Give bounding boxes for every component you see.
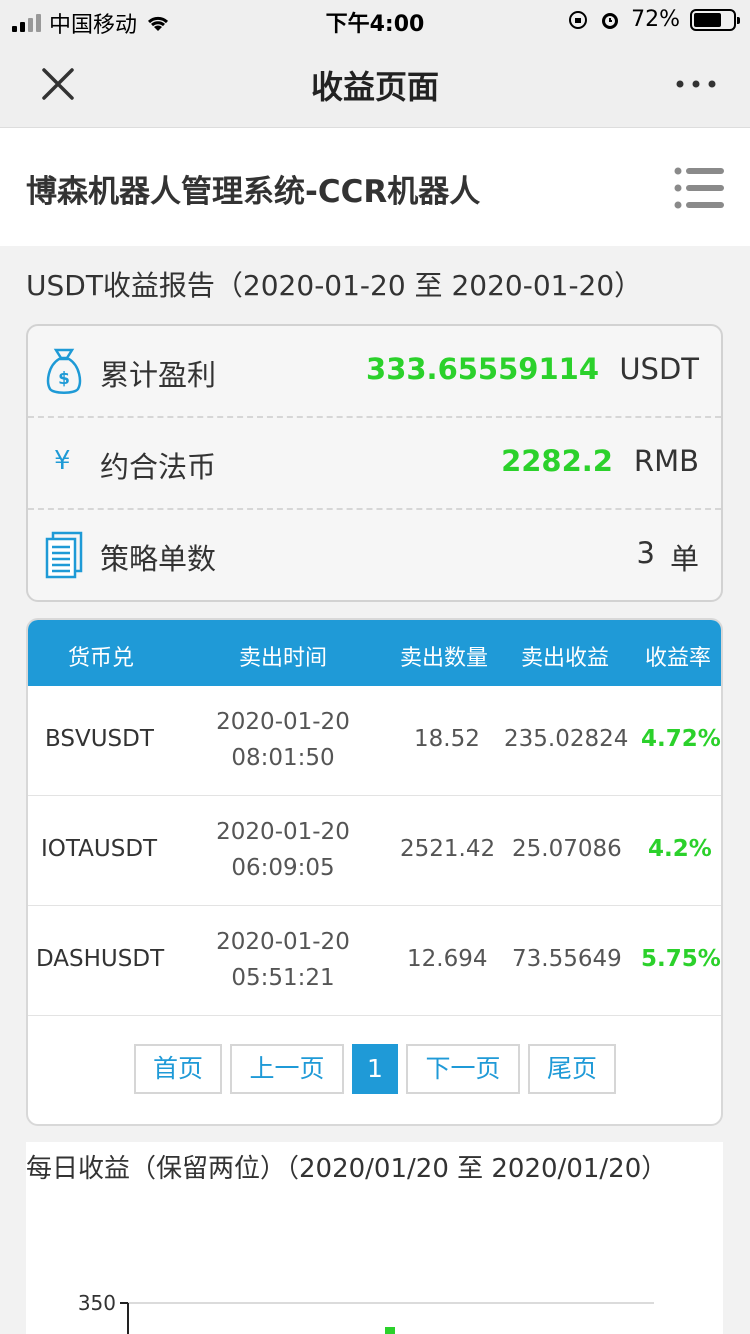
pair-cell: IOTAUSDT: [41, 836, 158, 862]
profit-label: 累计盈利: [100, 358, 217, 392]
sell-time: 08:01:50: [231, 745, 335, 771]
menu-icon[interactable]: [674, 166, 724, 210]
orientation-lock-icon: [569, 10, 588, 29]
fiat-unit: RMB: [633, 444, 699, 478]
app-title: 博森机器人管理系统-CCR机器人: [26, 174, 481, 210]
sell-date: 2020-01-20: [216, 819, 350, 845]
battery-icon: [690, 8, 740, 31]
qty-cell: 18.52: [414, 726, 480, 752]
app-header: 博森机器人管理系统-CCR机器人: [0, 128, 750, 246]
column-header: 卖出收益: [521, 646, 610, 671]
report-title: USDT收益报告（2020-01-20 至 2020-01-20）: [26, 269, 643, 302]
orders-value: 3: [636, 536, 655, 570]
battery-percent: 72%: [631, 7, 680, 32]
time-cell: 2020-01-20 08:01:50: [198, 704, 368, 776]
qty-cell: 12.694: [407, 946, 488, 972]
money-bag-icon: $: [46, 348, 82, 394]
column-header: 卖出时间: [239, 646, 328, 671]
next-page-button[interactable]: 下一页: [406, 1044, 520, 1094]
sell-date: 2020-01-20: [216, 929, 350, 955]
rate-cell: 5.75%: [641, 946, 721, 972]
summary-row-profit: $ 累计盈利 333.65559114 USDT: [28, 326, 721, 418]
profit-cell: 73.55649: [512, 946, 622, 972]
orders-unit: 单: [669, 542, 699, 576]
chart-bar: [385, 1327, 395, 1334]
profit-cell: 235.02824: [504, 726, 629, 752]
profit-unit: USDT: [619, 352, 699, 386]
trades-table: 货币兑 卖出时间 卖出数量 卖出收益 收益率 BSVUSDT 2020-01-2…: [26, 618, 723, 1126]
pair-cell: DASHUSDT: [36, 946, 165, 972]
pagination: 首页 上一页 1 下一页 尾页: [28, 1044, 721, 1094]
pair-cell: BSVUSDT: [45, 726, 154, 752]
column-header: 卖出数量: [400, 646, 489, 671]
table-row[interactable]: BSVUSDT 2020-01-20 08:01:50 18.52 235.028…: [28, 686, 721, 796]
summary-card: $ 累计盈利 333.65559114 USDT ¥ 约合法币 2282.2 R…: [26, 324, 723, 602]
rate-cell: 4.72%: [641, 726, 721, 752]
document-icon: [45, 531, 83, 579]
profit-cell: 25.07086: [512, 836, 622, 862]
more-icon[interactable]: [674, 74, 718, 94]
prev-page-button[interactable]: 上一页: [230, 1044, 344, 1094]
sell-time: 05:51:21: [231, 965, 335, 991]
nav-bar: 收益页面: [0, 40, 750, 128]
current-page-button[interactable]: 1: [352, 1044, 398, 1094]
chart-y-tick-label: 350: [78, 1291, 116, 1315]
page-title: 收益页面: [310, 68, 439, 106]
sell-time: 06:09:05: [231, 855, 335, 881]
time-cell: 2020-01-20 05:51:21: [198, 924, 368, 996]
profit-value: 333.65559114: [366, 352, 599, 386]
svg-text:$: $: [58, 369, 70, 389]
alarm-icon: [602, 12, 619, 29]
last-page-button[interactable]: 尾页: [528, 1044, 616, 1094]
fiat-label: 约合法币: [100, 450, 217, 484]
rate-cell: 4.2%: [648, 836, 712, 862]
time-cell: 2020-01-20 06:09:05: [198, 814, 368, 886]
fiat-value: 2282.2: [501, 444, 613, 478]
summary-row-orders: 策略单数 3 单: [28, 510, 721, 602]
summary-row-fiat: ¥ 约合法币 2282.2 RMB: [28, 418, 721, 510]
first-page-button[interactable]: 首页: [134, 1044, 222, 1094]
yen-icon: ¥: [54, 446, 71, 476]
status-bar: 中国移动 下午4:00 72%: [0, 0, 750, 40]
column-header: 货币兑: [68, 646, 135, 671]
table-header: 货币兑 卖出时间 卖出数量 卖出收益 收益率: [28, 620, 721, 686]
column-header: 收益率: [645, 646, 712, 671]
sell-date: 2020-01-20: [216, 709, 350, 735]
table-row[interactable]: IOTAUSDT 2020-01-20 06:09:05 2521.42 25.0…: [28, 796, 721, 906]
table-row[interactable]: DASHUSDT 2020-01-20 05:51:21 12.694 73.55…: [28, 906, 721, 1016]
daily-income-section: 350 每日收益（保留两位）（2020/01/20 至 2020/01/20）: [26, 1142, 723, 1334]
qty-cell: 2521.42: [400, 836, 496, 862]
daily-income-title: 每日收益（保留两位）（2020/01/20 至 2020/01/20）: [26, 1154, 668, 1184]
orders-label: 策略单数: [100, 542, 217, 576]
